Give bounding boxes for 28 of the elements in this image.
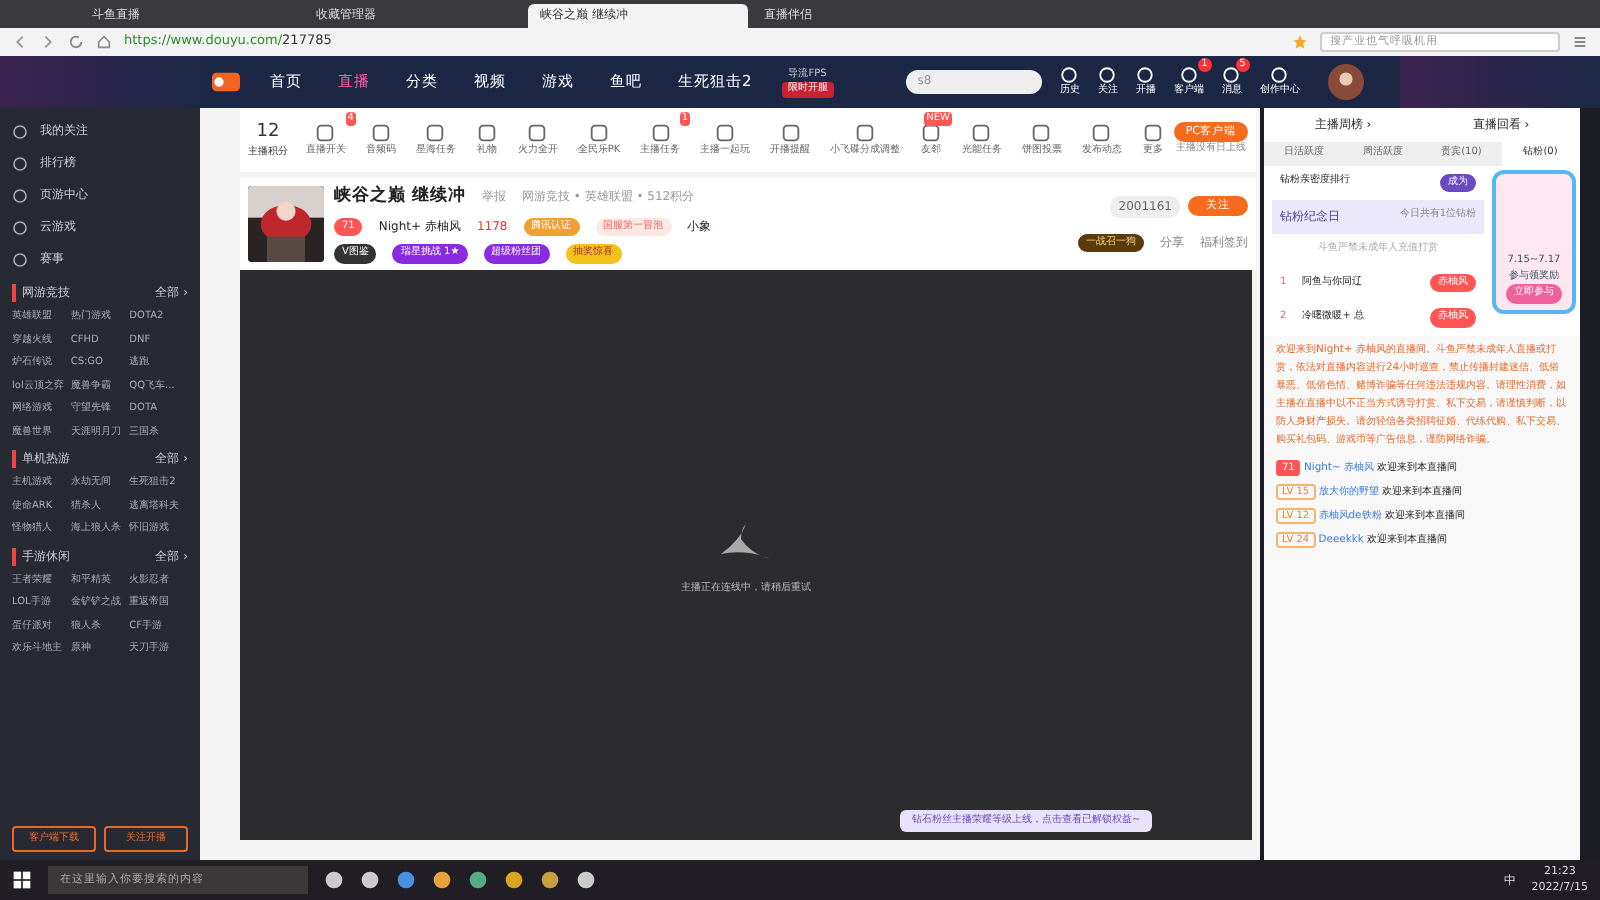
nav-icon[interactable] <box>1179 65 1198 84</box>
tool-icon[interactable] <box>1141 121 1164 144</box>
windows-icon[interactable] <box>12 870 32 890</box>
refresh-icon[interactable] <box>68 34 84 50</box>
tool-icon[interactable] <box>526 121 549 144</box>
tool-icon[interactable] <box>1090 121 1113 144</box>
forward-icon[interactable] <box>40 34 56 50</box>
tool-icon[interactable] <box>369 121 392 144</box>
star-icon[interactable] <box>1292 34 1308 50</box>
tool-icon[interactable] <box>1030 121 1053 144</box>
menu-icon[interactable] <box>1572 34 1588 50</box>
tool-icon[interactable] <box>779 121 802 144</box>
tool-icon[interactable] <box>714 121 737 144</box>
nav-icon[interactable] <box>1222 65 1241 84</box>
tool-icon[interactable] <box>587 121 610 144</box>
back-icon[interactable] <box>12 34 28 50</box>
tool-icon[interactable] <box>854 121 876 144</box>
tool-icon[interactable] <box>970 121 993 144</box>
tool-icon[interactable] <box>649 121 672 144</box>
tool-icon[interactable] <box>424 121 447 144</box>
tool-icon[interactable] <box>475 121 498 144</box>
home-icon[interactable] <box>96 34 112 50</box>
avatar-icon[interactable] <box>1327 64 1364 100</box>
tool-icon[interactable] <box>314 121 337 144</box>
nav-icon[interactable] <box>1270 65 1289 84</box>
tool-icon[interactable] <box>919 121 942 144</box>
score-value: 12 <box>256 119 280 145</box>
room-title: 峡谷之巅 继续冲 <box>334 184 466 210</box>
